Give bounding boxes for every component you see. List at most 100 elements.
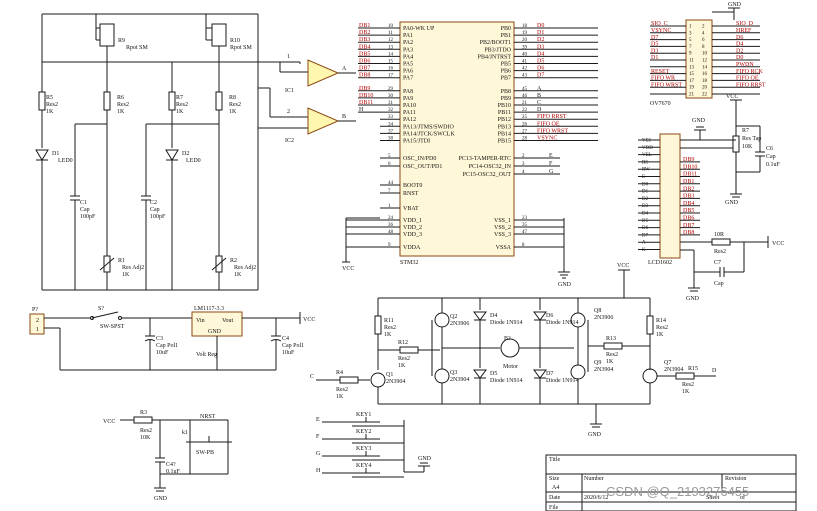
cam-right-net-d6-2: D6 <box>736 35 743 41</box>
cam-left-net-vsync-1: VSYNC <box>651 28 671 34</box>
reset-circuit: VCC R3 Res2 10K NRST C4? 0.1uF k1 SW-PB … <box>103 410 232 502</box>
mcu-right-pin-name-pb5-5: PB5 <box>501 62 511 68</box>
c3-value: Cap Pol1 <box>156 343 178 349</box>
r4-ref: R4 <box>336 370 343 376</box>
d1-value: LED0 <box>58 158 73 164</box>
lcd1602-module: LCD1602 VSS VDD VEL RS DB9 RW DB10 E DB11 D0 DB1 D1… <box>638 94 784 302</box>
mcu-vss-pin-num-1: 35 <box>522 223 528 228</box>
lcd-pin-name-rw-4: RW <box>642 168 650 173</box>
mcu-right-pin-num-27-14: 27 <box>522 129 528 134</box>
mcu-left-pin-num-38-15: 38 <box>388 137 394 142</box>
mcu-right-pin-num-39-3: 39 <box>522 45 528 50</box>
mcu-boot-pin-name-1: RNST <box>403 191 419 197</box>
q7-value: 2N3904 <box>664 367 683 373</box>
mcu-left-net-db2-1: DB2 <box>359 30 370 36</box>
cam-right-net-pwdn-6: PWDN <box>736 62 754 68</box>
lcd-pin-name-d7-13: D7 <box>642 233 649 238</box>
mcu-right-pin-name-pb14-14: PB14 <box>498 131 511 137</box>
mcu-left-net-db4-3: DB4 <box>359 44 370 50</box>
mcu-left-pin-name-pa0-wk-up-0: PA0-WK UP <box>403 26 435 32</box>
mcu-right-pin-name-pb9-9: PB9 <box>501 96 511 102</box>
lcd-c7-value: Cap <box>714 281 724 287</box>
q2-value: 2N3906 <box>450 321 469 327</box>
mcu-left-pin-name-pa5-5: PA5 <box>403 62 413 68</box>
q9-ref: Q9 <box>594 360 601 366</box>
cam-left-net-d1-5: D1 <box>651 55 658 61</box>
mcu-left-net-db3-2: DB3 <box>359 37 370 43</box>
mcu-left-net-db11-10: DB11 <box>359 100 373 106</box>
cam-pin-b-10: 22 <box>702 93 708 98</box>
mcu-right-pin-name-pb2-boot1-2: PB2/BOOT1 <box>480 40 511 46</box>
r8-val2: 1K <box>229 109 237 115</box>
reset-net: NRST <box>200 414 216 420</box>
reset-vcc: VCC <box>103 419 115 425</box>
r2-value: Res Adj2 <box>234 265 256 271</box>
power-supply: P? 2 1 S? SW-SPST LM1117-3.3 Vin Vout GN… <box>29 306 315 371</box>
r14-val2: 1K <box>656 332 664 338</box>
mcu-right-net-d1-1: D1 <box>537 30 544 36</box>
lcd-pin-name-rs-3: RS <box>642 160 648 165</box>
d6-ref: D6 <box>546 313 553 319</box>
mcu-right-net-b-9: B <box>537 93 541 99</box>
resistor-r7 <box>168 91 176 111</box>
mcu-left-pin-num-10-0: 10 <box>388 24 394 29</box>
r12-ref: R12 <box>398 340 408 346</box>
cam-left-net-sio-c-0: SIO_C <box>651 21 668 27</box>
cam-right-net-d4-3: D4 <box>736 42 743 48</box>
c4-val2: 10uF <box>282 350 295 356</box>
schematic-svg: R9 Rpot SM R10 Rpot SM 1 2 A IC1 B IC2 R… <box>29 2 797 511</box>
tb-size-label: Size <box>549 476 560 482</box>
sw-ref: S? <box>98 306 104 312</box>
c3-val2: 10uF <box>156 350 169 356</box>
mcu-left-pin-num-14-4: 14 <box>388 52 394 57</box>
r6-val2: 1K <box>117 109 125 115</box>
cam-left-net-reset-7: RESET <box>651 69 670 75</box>
diode-d7 <box>533 369 547 379</box>
lcd-pin-name-d5-11: D5 <box>642 219 649 224</box>
opamp-ic2 <box>307 107 340 135</box>
lcd-net-db9-3: DB9 <box>683 157 694 163</box>
resistor-r12 <box>399 346 419 354</box>
r10-value: Rpot SM <box>230 45 253 51</box>
transistor-q2 <box>434 312 450 328</box>
mcu-left-net-db8-7: DB8 <box>359 73 370 79</box>
motor-vcc: VCC <box>617 263 629 269</box>
mcu-vdd-pin-name-3: VDDA <box>403 245 421 251</box>
key-net-f-1: F <box>316 434 320 440</box>
mcu-left-pin-name-pa10-10: PA10 <box>403 103 416 109</box>
r3-ref: R3 <box>140 410 147 416</box>
opamp-ic1 <box>307 59 340 87</box>
lcd-net-db8-13: DB8 <box>683 230 694 236</box>
lcd-r8-ref: 10R <box>714 232 724 238</box>
pot-lcd-r7 <box>732 135 740 153</box>
lcd-pin-name-d6-12: D6 <box>642 226 649 231</box>
r9-value: Rpot SM <box>126 45 149 51</box>
key-ref-key1-0: KEY1 <box>356 412 371 418</box>
key-net-e-0: E <box>316 417 320 423</box>
mcu-left-pin-num-17-7: 17 <box>388 74 394 79</box>
tb-date-label: Date <box>549 495 561 501</box>
mcu-left-pin-num-12-2: 12 <box>388 38 394 43</box>
mcu-vss-pin-num-2: 47 <box>522 230 528 235</box>
r5-value: Res2 <box>46 102 58 108</box>
mcu-vdd-pin-name-1: VDD_2 <box>403 225 422 231</box>
mcu-vss-pin-num-0: 23 <box>522 216 528 221</box>
r11-ref: R11 <box>384 318 394 324</box>
mcu-left-pin-num-16-6: 16 <box>388 67 394 72</box>
mcu-left-pin-name-pa1-1: PA1 <box>403 33 413 39</box>
mcu-right-pin-num-42-6: 42 <box>522 67 528 72</box>
c2-val2: 100pF <box>150 214 166 220</box>
reg-label: Volt Reg <box>196 352 217 358</box>
mcu-right-pin-name-pb0-0: PB0 <box>501 26 511 32</box>
r1-value: Res Adj2 <box>122 265 144 271</box>
r12-val2: 1K <box>398 363 406 369</box>
lcd-gnd-bottom: GND <box>686 296 700 302</box>
key-ref-key4-3: KEY4 <box>356 463 371 469</box>
mcu-left-pin-num-32-11: 32 <box>388 108 394 113</box>
mcu-left-net-db1-0: DB1 <box>359 23 370 29</box>
k1-value: SW-PB <box>196 450 214 456</box>
lcd-net-db11-5: DB11 <box>683 172 697 178</box>
r8-value: Res2 <box>229 102 241 108</box>
pot-r9 <box>99 23 115 47</box>
q3-value: 2N3904 <box>450 377 469 383</box>
